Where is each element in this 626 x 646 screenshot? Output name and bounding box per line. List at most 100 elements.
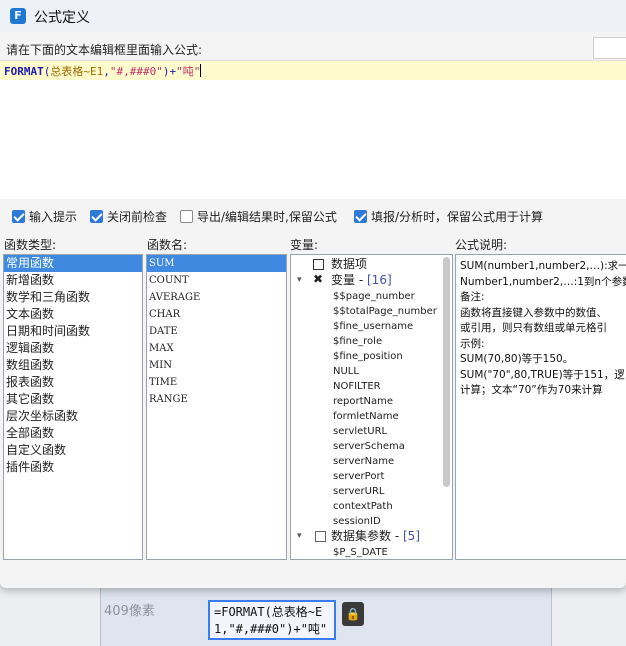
option-label: 填报/分析时，保留公式用于计算 xyxy=(371,210,544,224)
option-label: 关闭前检查 xyxy=(107,210,168,224)
formula-pattern: "#,###0" xyxy=(109,65,163,78)
option-keep-formula-export[interactable]: 导出/编辑结果时,保留公式 xyxy=(180,208,337,225)
function-name-item[interactable]: MAX xyxy=(147,340,286,357)
formula-unit: "吨" xyxy=(176,65,201,78)
chevron-down-icon[interactable]: ▾ xyxy=(297,529,302,544)
option-close-check[interactable]: 关闭前检查 xyxy=(90,208,167,225)
variables-label: 变量: xyxy=(290,238,319,252)
selected-cell[interactable]: =FORMAT(总表格~E 1,"#,###0")+"吨" xyxy=(208,600,336,640)
variable-item[interactable]: contextPath xyxy=(333,499,437,514)
description-line: SUM("70",80,TRUE)等于151，逻 xyxy=(460,368,625,381)
variable-item[interactable]: sessionID xyxy=(333,514,437,529)
description-line: 示例: xyxy=(460,337,485,350)
function-type-item[interactable]: 常用函数 xyxy=(4,255,142,272)
text-caret xyxy=(200,64,202,77)
variable-item[interactable]: NULL xyxy=(333,364,437,379)
variable-item[interactable]: servletURL xyxy=(333,424,437,439)
function-types-label: 函数类型: xyxy=(4,238,57,252)
cell-text-line1: =FORMAT(总表格~E xyxy=(214,605,323,619)
variable-item[interactable]: $fine_position xyxy=(333,349,437,364)
function-type-item[interactable]: 逻辑函数 xyxy=(4,340,142,357)
description-line: 备注: xyxy=(460,291,485,303)
formula-reference: 总表格~E1 xyxy=(50,65,104,78)
function-names-label: 函数名: xyxy=(147,238,188,252)
function-type-item[interactable]: 日期和时间函数 xyxy=(4,323,142,340)
formula-separator: , xyxy=(103,65,110,78)
variable-item[interactable]: serverSchema xyxy=(333,439,437,454)
option-label: 输入提示 xyxy=(29,210,78,224)
formula-text[interactable]: FORMAT(总表格~E1,"#,###0")+"吨" xyxy=(4,63,202,79)
formula-editor[interactable]: FORMAT(总表格~E1,"#,###0")+"吨" xyxy=(0,60,626,199)
function-type-item[interactable]: 数学和三角函数 xyxy=(4,289,142,306)
description-line: 函数将直接键入参数中的数值、 xyxy=(460,306,607,319)
function-type-item[interactable]: 文本函数 xyxy=(4,306,142,323)
variable-item[interactable]: $fine_role xyxy=(333,334,437,349)
row-height-label: 409像素 xyxy=(104,604,155,619)
title-bar: F 公式定义 xyxy=(0,0,626,32)
function-type-item[interactable]: 数组函数 xyxy=(4,357,142,374)
variable-x-icon: ✖ xyxy=(313,272,324,286)
formula-function: FORMAT xyxy=(4,65,44,78)
function-types-list[interactable]: 常用函数 新增函数 数学和三角函数 文本函数 日期和时间函数 逻辑函数 数组函数… xyxy=(3,254,143,560)
option-input-hint[interactable]: 输入提示 xyxy=(12,208,77,225)
checkbox-keep-formula-fill[interactable] xyxy=(354,210,367,223)
search-box[interactable] xyxy=(593,37,626,59)
lock-icon[interactable]: 🔒 xyxy=(342,602,364,626)
variable-item[interactable]: serverURL xyxy=(333,484,437,499)
variable-item[interactable]: formletName xyxy=(333,409,437,424)
editor-prompt: 请在下面的文本编辑框里面输入公式: xyxy=(6,43,203,57)
variable-item[interactable]: reportName xyxy=(333,394,437,409)
checkbox-close-check[interactable] xyxy=(90,210,103,223)
variable-item[interactable]: NOFILTER xyxy=(333,379,437,394)
checkbox-keep-formula-export[interactable] xyxy=(180,210,193,223)
function-type-item[interactable]: 层次坐标函数 xyxy=(4,408,142,425)
function-name-item[interactable]: TIME xyxy=(147,374,286,391)
checkbox-input-hint[interactable] xyxy=(12,210,25,223)
formula-dialog: F 公式定义 请在下面的文本编辑框里面输入公式: FORMAT(总表格~E1,"… xyxy=(0,0,626,588)
tree-label: 数据集参数 xyxy=(331,529,392,543)
option-keep-formula-fill[interactable]: 填报/分析时，保留公式用于计算 xyxy=(354,208,543,225)
tree-item-data-item[interactable]: 数据项 xyxy=(313,257,367,272)
option-label: 导出/编辑结果时,保留公式 xyxy=(197,210,337,224)
function-type-item[interactable]: 新增函数 xyxy=(4,272,142,289)
variable-item[interactable]: serverName xyxy=(333,454,437,469)
function-type-item[interactable]: 其它函数 xyxy=(4,391,142,408)
function-name-item[interactable]: MIN xyxy=(147,357,286,374)
description-label: 公式说明: xyxy=(455,238,508,252)
variable-item[interactable]: serverPort xyxy=(333,469,437,484)
description-line: 或引用，则只有数组或单元格引 xyxy=(460,322,607,334)
options-row: 输入提示 关闭前检查 导出/编辑结果时,保留公式 填报/分析时，保留公式用于计算 xyxy=(0,205,626,227)
chevron-down-icon[interactable]: ▾ xyxy=(297,273,302,288)
tree-group-variables[interactable]: ▾ ✖ 变量 - [16] xyxy=(295,272,392,288)
table-icon xyxy=(313,259,324,270)
dialog-title: 公式定义 xyxy=(34,10,90,26)
function-name-item[interactable]: RANGE xyxy=(147,391,286,408)
function-name-item[interactable]: COUNT xyxy=(147,272,286,289)
description-line: Number1,number2,…:1到n个参数 xyxy=(460,275,626,288)
tree-count: [16] xyxy=(367,273,392,287)
function-type-item[interactable]: 自定义函数 xyxy=(4,442,142,459)
function-type-item[interactable]: 全部函数 xyxy=(4,425,142,442)
function-name-item[interactable]: AVERAGE xyxy=(147,289,286,306)
formula-description: SUM(number1,number2,…):求一 Number1,number… xyxy=(455,254,626,560)
variables-tree[interactable]: 数据项 ▾ ✖ 变量 - [16] $$page_number $$totalP… xyxy=(290,254,453,560)
function-name-item[interactable]: CHAR xyxy=(147,306,286,323)
parameter-icon xyxy=(315,531,326,542)
description-line: SUM(70,80)等于150。 xyxy=(460,353,574,365)
function-name-item[interactable]: SUM xyxy=(147,255,286,272)
tree-label: 数据项 xyxy=(331,257,368,271)
function-name-item[interactable]: DATE xyxy=(147,323,286,340)
variable-item[interactable]: $fine_username xyxy=(333,319,437,334)
vertical-scrollbar[interactable] xyxy=(443,257,450,487)
cell-text-line2: 1,"#,###0")+"吨" xyxy=(214,622,328,636)
dataset-param-item[interactable]: $P_S_DATE xyxy=(333,545,388,559)
tree-label: 变量 xyxy=(331,273,356,287)
variable-item[interactable]: $$page_number xyxy=(333,289,437,304)
app-logo-icon: F xyxy=(10,8,26,24)
function-names-list[interactable]: SUM COUNT AVERAGE CHAR DATE MAX MIN TIME… xyxy=(146,254,287,560)
function-type-item[interactable]: 插件函数 xyxy=(4,459,142,476)
variable-item[interactable]: $$totalPage_number xyxy=(333,304,437,319)
function-type-item[interactable]: 报表函数 xyxy=(4,374,142,391)
tree-group-dataset-params[interactable]: ▾ 数据集参数 - [5] xyxy=(295,529,420,544)
tree-count: [5] xyxy=(403,529,420,543)
